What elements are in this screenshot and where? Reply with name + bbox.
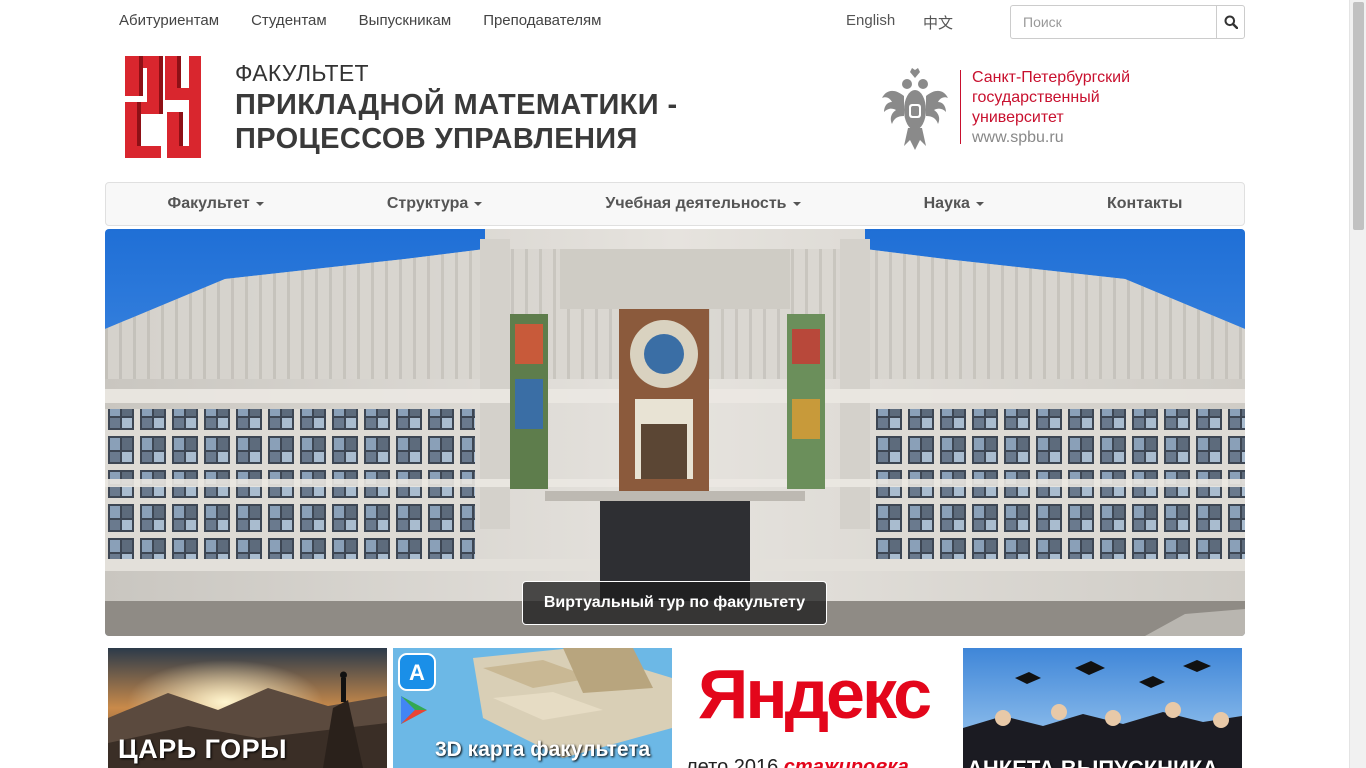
- promo-tile-graduate-survey[interactable]: АНКЕТА ВЫПУСКНИКА: [963, 648, 1242, 768]
- spbu-url: www.spbu.ru: [972, 129, 1064, 146]
- audience-nav: Абитуриентам Студентам Выпускникам Препо…: [119, 12, 601, 29]
- nav-item-label: Учебная деятельность: [605, 195, 787, 212]
- tile-caption: АНКЕТА ВЫПУСКНИКА: [967, 756, 1218, 768]
- top-link-teachers[interactable]: Преподавателям: [483, 12, 601, 29]
- caret-down-icon: [255, 202, 264, 206]
- graduates-caps-image: [963, 648, 1242, 768]
- scrollbar-thumb[interactable]: [1353, 2, 1364, 230]
- spbu-name-line3: университет: [972, 109, 1064, 126]
- language-chinese-link[interactable]: 中文: [923, 12, 953, 33]
- nav-item-label: Структура: [386, 195, 469, 212]
- hero-banner: Виртуальный тур по факультету: [105, 229, 1245, 636]
- faculty-title[interactable]: ФАКУЛЬТЕТ ПРИКЛАДНОЙ МАТЕМАТИКИ - ПРОЦЕС…: [235, 60, 678, 155]
- nav-item-education[interactable]: Учебная деятельность: [605, 195, 801, 213]
- caret-down-icon: [792, 202, 801, 206]
- search-button[interactable]: [1216, 5, 1245, 39]
- spbu-name-line1: Санкт-Петербургский: [972, 69, 1131, 86]
- spbu-name: Санкт-Петербургский государственный унив…: [972, 66, 1130, 152]
- tile-subtitle-prefix: лето 2016: [686, 756, 784, 768]
- top-link-graduates[interactable]: Выпускникам: [359, 12, 452, 29]
- top-link-applicants[interactable]: Абитуриентам: [119, 12, 219, 29]
- top-link-students[interactable]: Студентам: [251, 12, 327, 29]
- faculty-label: ФАКУЛЬТЕТ: [235, 60, 369, 86]
- virtual-tour-button[interactable]: Виртуальный тур по факультету: [522, 581, 827, 625]
- promo-tile-yandex-internship[interactable]: Яндекс лето 2016 стажировка: [678, 648, 957, 768]
- top-bar: Абитуриентам Студентам Выпускникам Препо…: [105, 0, 1245, 44]
- nav-item-label: Наука: [923, 195, 970, 212]
- vertical-scrollbar[interactable]: [1349, 0, 1366, 768]
- faculty-name-line1: ПРИКЛАДНОЙ МАТЕМАТИКИ -: [235, 89, 678, 121]
- search-input[interactable]: [1010, 5, 1216, 39]
- promo-tile-3d-map[interactable]: A 3D карта факультета: [393, 648, 672, 768]
- search-form: [1010, 5, 1245, 39]
- nav-item-label: Контакты: [1106, 195, 1183, 212]
- faculty-building-photo: [105, 229, 1245, 636]
- spbu-name-line2: государственный: [972, 89, 1100, 106]
- tile-subtitle-highlight: стажировка: [783, 756, 909, 768]
- double-headed-eagle-icon: [882, 68, 948, 150]
- caret-down-icon: [975, 202, 984, 206]
- svg-text:A: A: [409, 660, 425, 685]
- language-english-link[interactable]: English: [846, 12, 895, 29]
- faculty-name-line2: ПРОЦЕССОВ УПРАВЛЕНИЯ: [235, 123, 638, 155]
- nav-item-label: Факультет: [167, 195, 250, 212]
- promo-tile-king-of-the-hill[interactable]: ЦАРЬ ГОРЫ: [108, 648, 387, 768]
- spbu-divider: [960, 70, 961, 144]
- nav-item-contacts[interactable]: Контакты: [1107, 195, 1182, 213]
- nav-item-structure[interactable]: Структура: [386, 195, 483, 213]
- nav-item-faculty[interactable]: Факультет: [168, 195, 264, 213]
- tile-subtitle: лето 2016 стажировка: [686, 756, 909, 768]
- tile-caption: 3D карта факультета: [435, 738, 651, 761]
- spbu-logo-link[interactable]: Санкт-Петербургский государственный унив…: [880, 66, 1130, 152]
- main-navbar: Факультет Структура Учебная деятельность…: [105, 182, 1245, 226]
- site-header: ФАКУЛЬТЕТ ПРИКЛАДНОЙ МАТЕМАТИКИ - ПРОЦЕС…: [105, 52, 1245, 172]
- yandex-logo-text: Яндекс: [698, 655, 932, 733]
- tile-caption: ЦАРЬ ГОРЫ: [118, 734, 288, 764]
- caret-down-icon: [474, 202, 483, 206]
- faculty-logo[interactable]: [125, 56, 201, 158]
- nav-item-science[interactable]: Наука: [924, 195, 984, 213]
- search-icon: [1224, 15, 1238, 29]
